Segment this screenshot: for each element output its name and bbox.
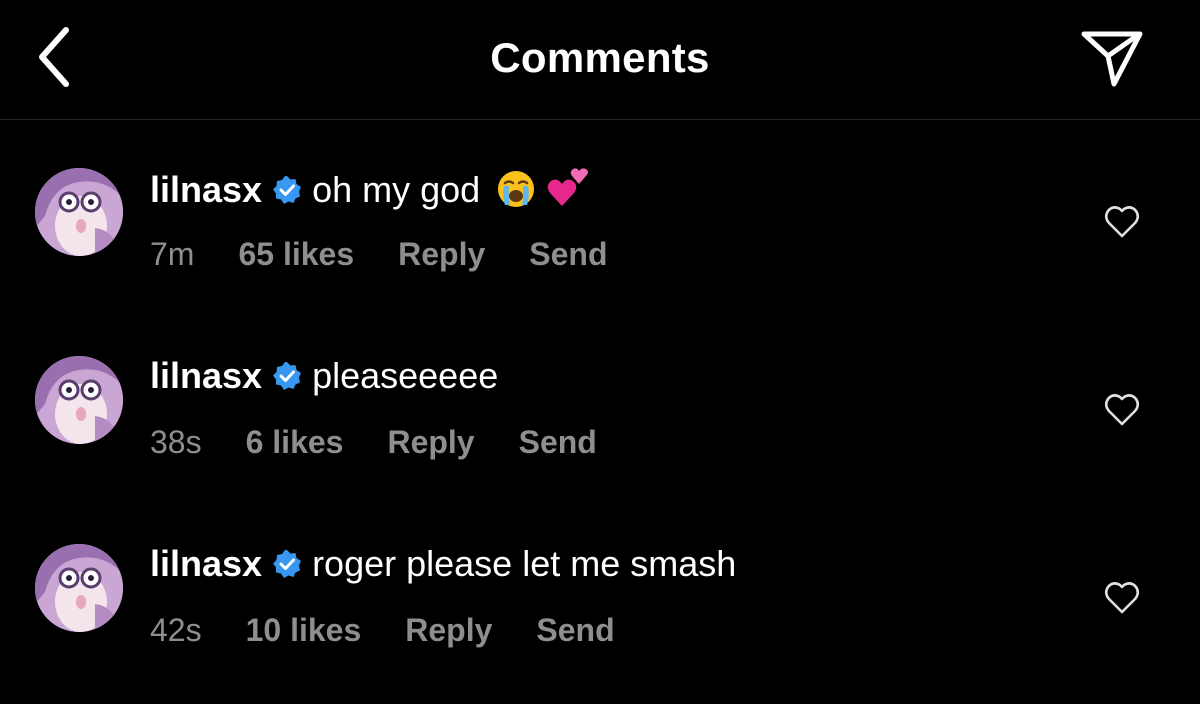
- heart-icon: [1104, 394, 1140, 426]
- verified-badge-icon: [273, 550, 302, 578]
- comment-text: pleaseeeee: [312, 355, 499, 396]
- comment-likes[interactable]: 65 likes: [238, 234, 354, 274]
- two-hearts-emoji: [547, 168, 589, 206]
- comment-time: 7m: [150, 236, 195, 272]
- comment-text-line: lilnasx pleaseeeee: [150, 354, 498, 398]
- comment-meta: 42s 10 likes Reply Send: [150, 610, 659, 650]
- comment-text: roger please let me smash: [312, 543, 737, 584]
- verified-badge-icon: [273, 176, 302, 204]
- send-button[interactable]: Send: [529, 234, 607, 274]
- comment-item: lilnasx pleaseeeee 38s 6 likes Reply Send: [0, 354, 1200, 516]
- username[interactable]: lilnasx: [150, 543, 262, 584]
- send-button[interactable]: Send: [536, 610, 614, 650]
- comment-likes[interactable]: 6 likes: [246, 422, 344, 462]
- comment-time: 38s: [150, 424, 202, 460]
- send-button[interactable]: Send: [519, 422, 597, 462]
- avatar[interactable]: [35, 356, 123, 444]
- comment-item: lilnasx roger please let me smash 42s 10 …: [0, 542, 1200, 704]
- comment-likes[interactable]: 10 likes: [246, 610, 362, 650]
- avatar-image: [35, 356, 123, 444]
- reply-button[interactable]: Reply: [387, 422, 474, 462]
- comment-time: 42s: [150, 612, 202, 648]
- paper-plane-icon: [1081, 31, 1143, 87]
- avatar-image: [35, 544, 123, 632]
- loudly-crying-face-emoji: [498, 171, 535, 207]
- avatar-image: [35, 168, 123, 256]
- page-title: Comments: [490, 34, 710, 81]
- share-button[interactable]: [1080, 26, 1146, 92]
- comment-text-line: lilnasx oh my god: [150, 166, 590, 212]
- comment-meta: 7m 65 likes Reply Send: [150, 234, 651, 274]
- verified-badge-icon: [273, 362, 302, 390]
- like-button[interactable]: [1104, 392, 1140, 428]
- like-button[interactable]: [1104, 580, 1140, 616]
- comment-meta: 38s 6 likes Reply Send: [150, 422, 641, 462]
- reply-button[interactable]: Reply: [405, 610, 492, 650]
- comment-text: oh my god: [312, 169, 481, 210]
- like-button[interactable]: [1104, 204, 1140, 240]
- username[interactable]: lilnasx: [150, 355, 262, 396]
- comment-text-line: lilnasx roger please let me smash: [150, 542, 736, 586]
- avatar[interactable]: [35, 544, 123, 632]
- heart-icon: [1104, 206, 1140, 238]
- reply-button[interactable]: Reply: [398, 234, 485, 274]
- username[interactable]: lilnasx: [150, 169, 262, 210]
- heart-icon: [1104, 582, 1140, 614]
- header-bar: Comments: [0, 0, 1200, 120]
- avatar[interactable]: [35, 168, 123, 256]
- comment-item: lilnasx oh my god 7m 65 likes Reply Send: [0, 168, 1200, 328]
